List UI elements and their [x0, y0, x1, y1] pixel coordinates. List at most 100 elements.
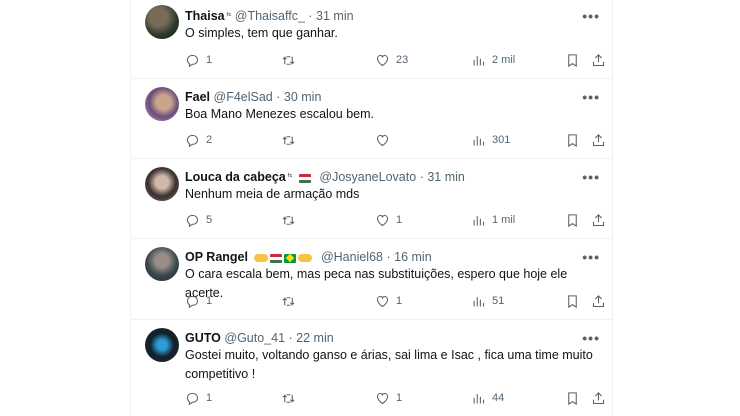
views-button[interactable]: 301 [471, 132, 510, 148]
display-name[interactable]: OP Rangel [185, 250, 248, 264]
reply-icon [186, 392, 199, 405]
display-name[interactable]: Louca da cabeça [185, 170, 286, 184]
share-icon [592, 391, 605, 404]
retweet-button[interactable] [281, 132, 302, 148]
share-button[interactable] [591, 390, 606, 406]
post-time[interactable]: 22 min [296, 331, 334, 345]
more-options-button[interactable]: ••• [582, 250, 600, 264]
avatar[interactable] [145, 87, 179, 121]
bookmark-button[interactable] [565, 132, 580, 148]
like-button[interactable]: 23 [375, 52, 408, 68]
views-chart-icon [473, 55, 485, 65]
post-time[interactable]: 16 min [394, 250, 432, 264]
reply-count: 2 [206, 134, 213, 146]
reply-post[interactable]: GUTO @Guto_41 · 22 min ••• Gostei muito,… [131, 319, 612, 416]
post-header: Fael @F4elSad · 30 min [185, 89, 321, 105]
post-time[interactable]: 30 min [284, 90, 322, 104]
display-name[interactable]: GUTO [185, 331, 221, 345]
views-chart-icon [473, 296, 485, 306]
reply-post[interactable]: OP Rangel @Haniel68 · 16 min ••• O cara … [131, 238, 612, 320]
bookmark-button[interactable] [565, 212, 580, 228]
post-text: O simples, tem que ganhar. [185, 26, 338, 40]
bookmark-icon [568, 294, 577, 308]
reply-post[interactable]: Fael @F4elSad · 30 min ••• Boa Mano Mene… [131, 78, 612, 159]
reply-count: 1 [206, 295, 213, 307]
bookmark-button[interactable] [565, 390, 580, 406]
separator: · [308, 9, 313, 23]
views-count: 51 [492, 295, 505, 307]
brazil-flag-icon [284, 253, 297, 263]
views-button[interactable]: 1 mil [471, 212, 515, 228]
bookmark-icon [568, 53, 577, 67]
like-button[interactable]: 1 [375, 293, 402, 309]
more-options-button[interactable]: ••• [582, 9, 600, 23]
share-button[interactable] [591, 132, 606, 148]
name-badge: ᶠᶜ [287, 172, 293, 181]
reply-button[interactable]: 1 [185, 52, 212, 68]
reply-button[interactable]: 5 [185, 212, 212, 228]
display-name[interactable]: Thaisa [185, 9, 225, 23]
share-icon [592, 133, 605, 146]
reply-icon [186, 295, 199, 308]
retweet-icon [282, 215, 295, 225]
avatar[interactable] [145, 5, 179, 39]
views-button[interactable]: 51 [471, 293, 504, 309]
share-button[interactable] [591, 293, 606, 309]
retweet-button[interactable] [281, 293, 302, 309]
post-text: Boa Mano Menezes escalou bem. [185, 107, 374, 121]
more-options-button[interactable]: ••• [582, 170, 600, 184]
avatar[interactable] [145, 167, 179, 201]
display-name[interactable]: Fael [185, 90, 210, 104]
post-text: Nenhum meia de armação mds [185, 187, 360, 201]
more-options-button[interactable]: ••• [582, 90, 600, 104]
post-time[interactable]: 31 min [427, 170, 465, 184]
views-count: 301 [492, 134, 511, 146]
bookmark-button[interactable] [565, 52, 580, 68]
action-bar: 1 1 44 [185, 390, 605, 406]
views-button[interactable]: 2 mil [471, 52, 515, 68]
views-button[interactable]: 44 [471, 390, 504, 406]
like-button[interactable]: 1 [375, 390, 402, 406]
bookmark-icon [568, 391, 577, 405]
reply-button[interactable]: 2 [185, 132, 212, 148]
user-handle[interactable]: @Thaisaffc_ [235, 9, 305, 23]
emoji-flags [254, 250, 314, 266]
bookmark-button[interactable] [565, 293, 580, 309]
reply-button[interactable]: 1 [185, 293, 212, 309]
reply-post[interactable]: Louca da cabeça ᶠᶜ @JosyaneLovato · 31 mi… [131, 158, 612, 239]
more-options-button[interactable]: ••• [582, 331, 600, 345]
views-count: 44 [492, 392, 505, 404]
heart-icon [376, 214, 389, 226]
reply-icon [186, 134, 199, 147]
like-button[interactable] [375, 132, 396, 148]
reply-post[interactable]: Thaisa ᶠᶜ @Thaisaffc_ · 31 min ••• O simp… [131, 0, 612, 79]
share-button[interactable] [591, 52, 606, 68]
retweet-icon [282, 393, 295, 403]
name-badge: ᶠᶜ [226, 11, 232, 20]
user-handle[interactable]: @F4elSad [214, 90, 273, 104]
post-header: Louca da cabeça ᶠᶜ @JosyaneLovato · 31 mi… [185, 169, 465, 185]
hungary-flag-icon [270, 253, 283, 263]
views-count: 2 mil [492, 54, 516, 66]
avatar[interactable] [145, 247, 179, 281]
retweet-button[interactable] [281, 52, 302, 68]
post-time[interactable]: 31 min [316, 9, 354, 23]
retweet-icon [282, 135, 295, 145]
user-handle[interactable]: @JosyaneLovato [319, 170, 416, 184]
like-button[interactable]: 1 [375, 212, 402, 228]
avatar[interactable] [145, 328, 179, 362]
user-handle[interactable]: @Guto_41 [224, 331, 285, 345]
views-chart-icon [473, 393, 485, 403]
reply-icon [186, 54, 199, 67]
pointing-hand-icon [298, 254, 313, 263]
user-handle[interactable]: @Haniel68 [321, 250, 383, 264]
heart-icon [376, 392, 389, 404]
reply-button[interactable]: 1 [185, 390, 212, 406]
pointing-hand-icon [254, 254, 269, 263]
retweet-button[interactable] [281, 390, 302, 406]
reply-count: 1 [206, 54, 213, 66]
views-chart-icon [473, 215, 485, 225]
post-text: Gostei muito, voltando ganso e árias, sa… [185, 348, 593, 381]
share-button[interactable] [591, 212, 606, 228]
retweet-button[interactable] [281, 212, 302, 228]
